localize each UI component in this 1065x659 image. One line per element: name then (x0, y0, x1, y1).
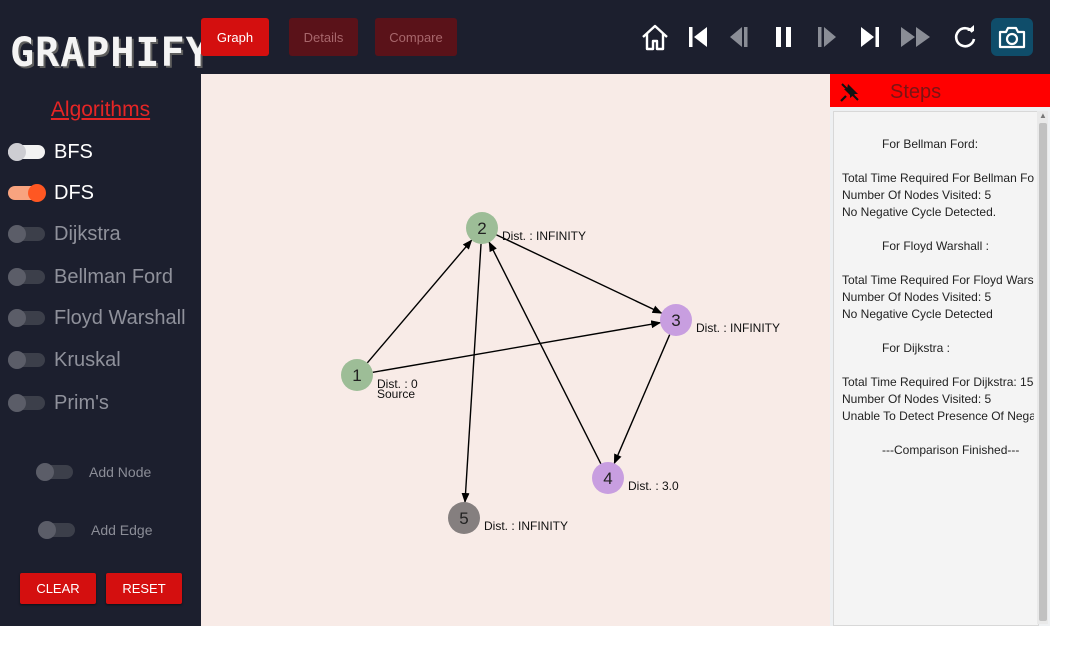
algo-label-kruskal: Kruskal (54, 348, 121, 371)
toggle-bellman-ford[interactable]: Bellman Ford (8, 264, 173, 290)
scrollbar-thumb[interactable] (1039, 123, 1047, 621)
edge-1-2[interactable] (366, 239, 473, 364)
edge-3-4[interactable] (613, 334, 671, 465)
skip-forward-icon[interactable] (852, 18, 888, 56)
add-node-label: Add Node (89, 464, 152, 480)
graph-svg[interactable]: 1 Dist. : 0Source 2 Dist. : INFINITY 3 Dist. … (201, 74, 830, 626)
floyd-warshall-switch[interactable] (8, 309, 45, 327)
refresh-icon[interactable] (947, 18, 983, 56)
node-dist-label: Dist. : INFINITY (696, 321, 780, 335)
algo-label-dfs: DFS (54, 181, 94, 204)
node-dist-label: Dist. : 3.0 (628, 479, 679, 493)
algo-label-prims: Prim's (54, 391, 109, 414)
edge-2-3[interactable] (496, 234, 663, 314)
graph-node-2[interactable]: 2 Dist. : INFINITY (466, 212, 586, 244)
kruskal-switch[interactable] (8, 351, 45, 369)
add-edge-label: Add Edge (91, 522, 153, 538)
steps-scrollbar[interactable]: ▲ (1037, 111, 1048, 624)
step-back-icon[interactable] (721, 18, 757, 56)
node-dist-label: Dist. : INFINITY (484, 519, 568, 533)
home-icon[interactable] (637, 18, 673, 56)
clear-button[interactable]: CLEAR (20, 573, 96, 604)
node-id: 1 (352, 366, 361, 385)
tab-compare[interactable]: Compare (375, 18, 457, 56)
steps-text: For Bellman Ford: Total Time Required Fo… (842, 137, 1034, 457)
fast-forward-icon[interactable] (898, 18, 934, 56)
node-source-label: Source (377, 387, 415, 401)
algo-label-dijkstra: Dijkstra (54, 222, 121, 245)
toggle-floyd-warshall[interactable]: Floyd Warshall (8, 305, 186, 331)
tab-graph[interactable]: Graph (201, 18, 269, 56)
graph-canvas[interactable]: 1 Dist. : 0 Source 2 Dist. : INFINITY 3 Dist. … (201, 74, 830, 626)
edge-1-3[interactable] (372, 320, 662, 373)
node-dist-label: Dist. : INFINITY (502, 229, 586, 243)
steps-log[interactable]: For Bellman Ford: Total Time Required Fo… (833, 111, 1039, 626)
graph-node-1[interactable]: 1 Dist. : 0Source (341, 359, 418, 401)
add-edge-switch[interactable] (38, 521, 75, 539)
app-window: GRAPHIFY Algorithms BFS DFS Dijkstra Bel… (0, 0, 1050, 626)
app-logo: GRAPHIFY (10, 30, 211, 76)
algorithms-title: Algorithms (50, 98, 151, 121)
edge-4-2[interactable] (488, 241, 602, 465)
graph-node-4[interactable]: 4 Dist. : 3.0 (592, 462, 679, 494)
bfs-switch[interactable] (8, 143, 45, 161)
skip-back-icon[interactable] (680, 18, 716, 56)
algo-label-floyd-warshall: Floyd Warshall (54, 306, 186, 329)
steps-title: Steps (890, 81, 942, 103)
add-edge-toggle[interactable]: Add Edge (38, 519, 153, 541)
dfs-switch[interactable] (8, 184, 46, 202)
reset-button[interactable]: RESET (106, 573, 182, 604)
pin-icon[interactable] (840, 82, 860, 107)
graph-node-3[interactable]: 3 Dist. : INFINITY (660, 304, 780, 336)
edge-2-5[interactable] (461, 243, 482, 504)
add-node-switch[interactable] (36, 463, 73, 481)
step-forward-icon[interactable] (809, 18, 845, 56)
sidebar: GRAPHIFY Algorithms BFS DFS Dijkstra Bel… (0, 0, 210, 626)
dijkstra-switch[interactable] (8, 225, 45, 243)
algo-label-bellman-ford: Bellman Ford (54, 265, 173, 288)
bellman-ford-switch[interactable] (8, 268, 45, 286)
node-id: 4 (603, 469, 612, 488)
node-id: 2 (477, 219, 486, 238)
scroll-up-icon[interactable]: ▲ (1039, 111, 1047, 120)
pause-icon[interactable] (766, 18, 802, 56)
toggle-kruskal[interactable]: Kruskal (8, 347, 121, 373)
toggle-dijkstra[interactable]: Dijkstra (8, 221, 121, 247)
camera-icon[interactable] (991, 18, 1033, 56)
add-node-toggle[interactable]: Add Node (36, 461, 151, 483)
toggle-prims[interactable]: Prim's (8, 390, 109, 416)
node-id: 3 (671, 311, 680, 330)
node-id: 5 (459, 509, 468, 528)
toggle-dfs[interactable]: DFS (8, 180, 94, 206)
prims-switch[interactable] (8, 394, 45, 412)
steps-header: Steps (830, 74, 1050, 107)
algo-label-bfs: BFS (54, 140, 93, 163)
graph-node-5[interactable]: 5 Dist. : INFINITY (448, 502, 568, 534)
tab-details[interactable]: Details (289, 18, 358, 56)
steps-panel: Steps For Bellman Ford: Total Time Requi… (830, 74, 1050, 626)
toggle-bfs[interactable]: BFS (8, 139, 93, 165)
